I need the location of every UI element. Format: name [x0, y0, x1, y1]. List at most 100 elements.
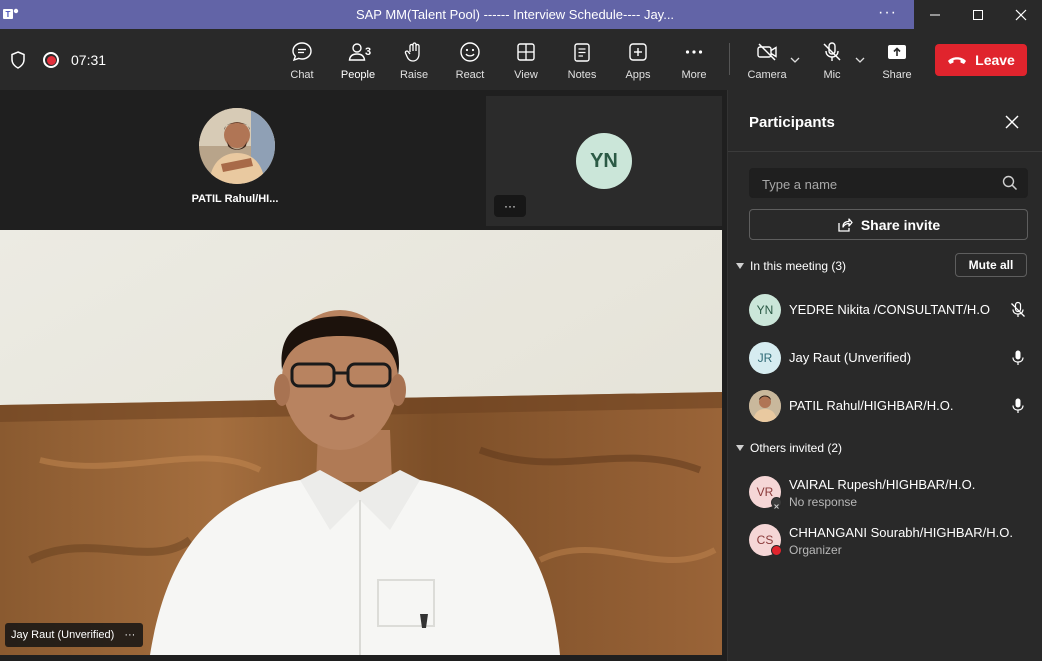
meeting-toolbar: 07:31 Chat People 3 Raise React View Not…: [0, 29, 1042, 118]
avatar: YN: [576, 133, 632, 189]
share-invite-button[interactable]: Share invite: [749, 209, 1028, 240]
title-bar: T SAP MM(Talent Pool) ------ Interview S…: [0, 0, 1042, 29]
participant-tile-yedre[interactable]: YN ···: [486, 96, 722, 226]
shield-icon[interactable]: [10, 51, 26, 69]
notes-label: Notes: [567, 69, 597, 81]
mute-all-button[interactable]: Mute all: [955, 253, 1027, 277]
camera-options-chevron-icon[interactable]: [790, 55, 800, 67]
mic-off-icon: [823, 42, 841, 61]
mic-icon[interactable]: [1009, 349, 1027, 367]
mic-icon[interactable]: [1009, 397, 1027, 415]
minimize-button[interactable]: [914, 0, 957, 29]
grid-view-icon: [517, 43, 535, 61]
participant-name: CHHANGANI Sourabh/HIGHBAR/H.O.: [789, 525, 1013, 540]
leave-button[interactable]: Leave: [935, 44, 1027, 76]
chat-label: Chat: [290, 69, 314, 81]
participant-row[interactable]: YN YEDRE Nikita /CONSULTANT/H.O: [749, 290, 1039, 330]
maximize-icon: [973, 9, 983, 20]
window-more-icon[interactable]: ···: [878, 4, 897, 22]
share-button[interactable]: Share: [869, 41, 925, 89]
participant-name: VAIRAL Rupesh/HIGHBAR/H.O.: [789, 477, 976, 492]
busy-status-icon: [771, 545, 782, 556]
in-meeting-label: In this meeting (3): [750, 259, 847, 273]
avatar: [749, 390, 781, 422]
avatar: [199, 108, 275, 184]
video-frame: [0, 230, 722, 655]
participant-name: Jay Raut (Unverified): [789, 350, 912, 365]
notes-icon: [574, 43, 590, 62]
share-icon: [838, 217, 853, 232]
participant-search: [749, 168, 1028, 198]
view-button[interactable]: View: [498, 41, 554, 89]
share-screen-icon: [888, 45, 906, 59]
main-video-feed[interactable]: Jay Raut (Unverified) ···: [0, 230, 722, 655]
participant-row[interactable]: PATIL Rahul/HIGHBAR/H.O.: [749, 386, 1039, 426]
search-icon[interactable]: [1002, 175, 1018, 191]
others-invited-section-header[interactable]: Others invited (2): [736, 441, 842, 455]
chat-button[interactable]: Chat: [274, 41, 330, 89]
leave-label: Leave: [975, 52, 1015, 68]
participant-status: Organizer: [789, 543, 842, 557]
react-button[interactable]: React: [442, 41, 498, 89]
panel-title: Participants: [749, 114, 835, 131]
participant-status: No response: [789, 495, 858, 509]
collapse-chevron-icon: [736, 445, 744, 451]
tile-more-button[interactable]: ···: [494, 195, 526, 217]
share-invite-label: Share invite: [860, 216, 941, 233]
hand-icon: [404, 42, 420, 62]
more-label: More: [681, 69, 707, 81]
avatar: YN: [749, 294, 781, 326]
meeting-stage: PATIL Rahul/HI... YN ··· Jay Raut (Unver…: [0, 90, 727, 661]
react-label: React: [455, 69, 485, 81]
recording-icon: [43, 52, 59, 68]
apps-button[interactable]: Apps: [610, 41, 666, 89]
in-meeting-section-header[interactable]: In this meeting (3): [736, 259, 846, 273]
people-count-badge: 3: [365, 46, 372, 58]
window-controls: [914, 0, 1042, 29]
video-participant-name: Jay Raut (Unverified): [11, 629, 115, 641]
no-response-status-icon: [771, 497, 782, 509]
participants-panel: Participants Share invite In this meetin…: [727, 90, 1042, 661]
people-label: People: [340, 69, 376, 81]
video-more-button[interactable]: ···: [124, 629, 135, 641]
smiley-icon: [460, 42, 480, 62]
more-icon: [685, 50, 703, 54]
maximize-button[interactable]: [957, 0, 1000, 29]
participant-name: PATIL Rahul/HI...: [191, 193, 279, 205]
notes-button[interactable]: Notes: [554, 41, 610, 89]
panel-divider: [728, 151, 1042, 152]
search-input[interactable]: [762, 174, 992, 194]
meeting-timer: 07:31: [71, 52, 107, 68]
participant-name: PATIL Rahul/HIGHBAR/H.O.: [789, 398, 954, 413]
others-invited-label: Others invited (2): [750, 441, 843, 455]
close-icon: [1015, 9, 1027, 20]
participant-name: YEDRE Nikita /CONSULTANT/H.O: [789, 302, 991, 317]
raise-label: Raise: [399, 69, 429, 81]
apps-label: Apps: [625, 69, 651, 81]
avatar: JR: [749, 342, 781, 374]
chat-icon: [292, 42, 312, 62]
mic-muted-icon[interactable]: [1009, 301, 1027, 319]
hang-up-icon: [948, 57, 967, 64]
video-name-tag: Jay Raut (Unverified) ···: [5, 623, 144, 647]
mic-button[interactable]: Mic: [804, 41, 860, 89]
close-panel-icon[interactable]: [1002, 112, 1022, 132]
camera-off-icon: [757, 43, 777, 61]
window-title: SAP MM(Talent Pool) ------ Interview Sch…: [355, 7, 675, 22]
share-label: Share: [882, 69, 912, 81]
invited-row[interactable]: CS CHHANGANI Sourabh/HIGHBAR/H.O. Organi…: [749, 520, 1039, 560]
people-button[interactable]: People: [330, 41, 386, 89]
collapse-chevron-icon: [736, 263, 744, 269]
more-button[interactable]: More: [666, 41, 722, 89]
apps-add-icon: [629, 43, 647, 61]
participant-tile-patil[interactable]: PATIL Rahul/HI...: [0, 90, 483, 228]
raise-hand-button[interactable]: Raise: [386, 41, 442, 89]
camera-button[interactable]: Camera: [739, 41, 795, 89]
invited-row[interactable]: VR VAIRAL Rupesh/HIGHBAR/H.O. No respons…: [749, 472, 1039, 512]
participant-row[interactable]: JR Jay Raut (Unverified): [749, 338, 1039, 378]
mic-options-chevron-icon[interactable]: [855, 55, 865, 67]
mic-label: Mic: [823, 69, 841, 81]
camera-label: Camera: [747, 69, 787, 81]
close-window-button[interactable]: [999, 0, 1042, 29]
view-label: View: [514, 69, 538, 81]
